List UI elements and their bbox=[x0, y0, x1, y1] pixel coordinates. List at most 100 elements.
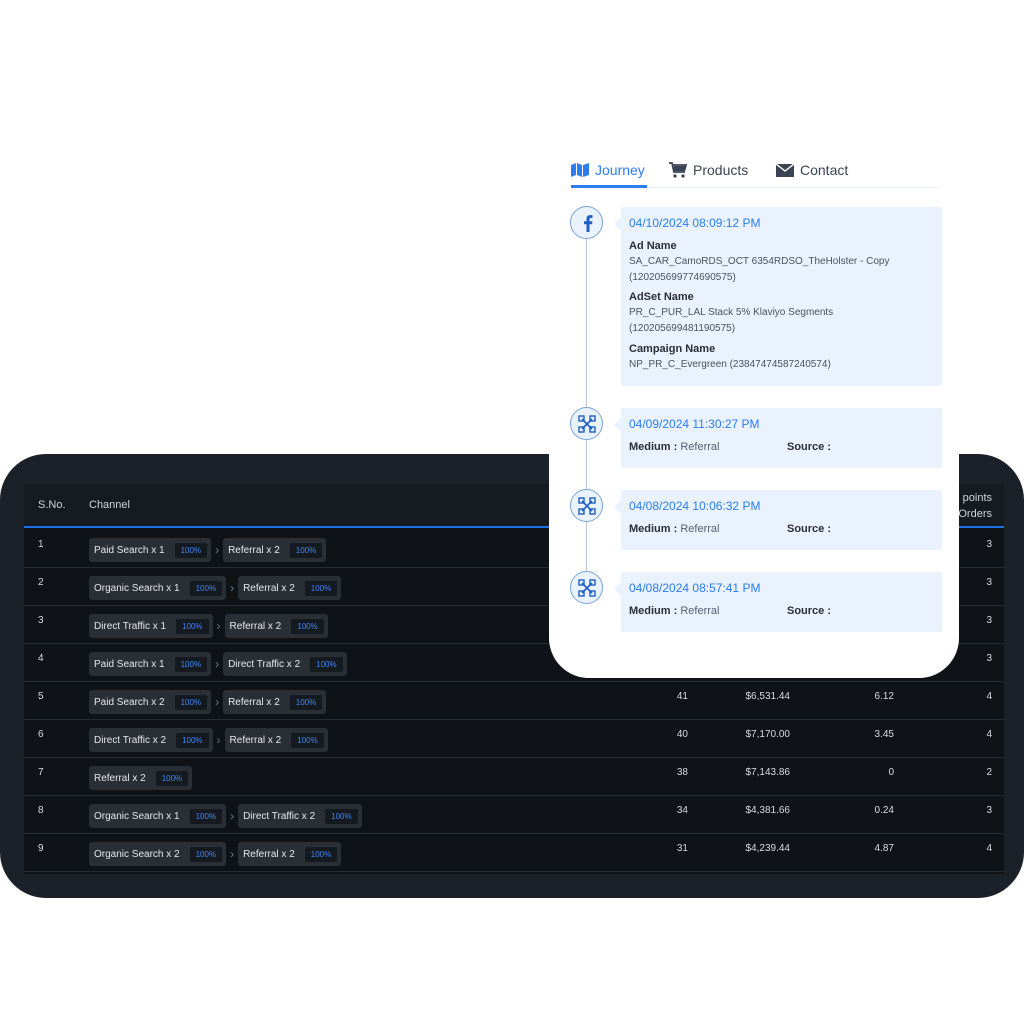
medium-label: Medium : bbox=[629, 605, 678, 617]
event-source: Source : bbox=[787, 441, 831, 453]
channel-path: Paid Search x 1 100% › Direct Traffic x 2 10… bbox=[89, 652, 347, 676]
facebook-icon bbox=[570, 206, 603, 239]
event-medium: Medium : Referral bbox=[629, 441, 719, 453]
chevron-right-icon: › bbox=[216, 733, 221, 747]
tab-journey[interactable]: Journey bbox=[571, 162, 645, 178]
event-date: 04/10/2024 08:09:12 PM bbox=[629, 216, 761, 230]
row-orders: 3 bbox=[986, 615, 992, 626]
table-row[interactable]: 7 Referral x 2 100% 38 $7,143.86 0 2 bbox=[24, 758, 1004, 796]
channel-chip[interactable]: Referral x 2 100% bbox=[224, 614, 328, 638]
channel-chip[interactable]: Organic Search x 1 100% bbox=[89, 576, 227, 600]
row-orders: 3 bbox=[986, 653, 992, 664]
source-label: Source : bbox=[787, 523, 832, 535]
journey-event-facebook[interactable]: 04/10/2024 08:09:12 PM Ad Name SA_CAR_Ca… bbox=[614, 207, 942, 386]
event-date: 04/08/2024 08:57:41 PM bbox=[629, 581, 761, 595]
ad-name-value: SA_CAR_CamoRDS_OCT 6354RDSO_TheHolster -… bbox=[629, 254, 929, 286]
channel-chip-label: Direct Traffic x 2 bbox=[228, 658, 301, 670]
channel-path: Organic Search x 1 100% › Direct Traffic x … bbox=[89, 804, 362, 828]
row-orders: 4 bbox=[986, 691, 992, 702]
row-orders: 3 bbox=[986, 805, 992, 816]
tab-products[interactable]: Products bbox=[669, 162, 748, 178]
chevron-right-icon: › bbox=[215, 657, 220, 671]
envelope-icon bbox=[776, 163, 794, 177]
event-medium: Medium : Referral bbox=[629, 605, 719, 617]
channel-chip[interactable]: Referral x 2 100% bbox=[238, 842, 342, 866]
chevron-right-icon: › bbox=[230, 809, 235, 823]
row-sno: 5 bbox=[38, 691, 44, 702]
channel-chip[interactable]: Organic Search x 2 100% bbox=[89, 842, 227, 866]
chevron-right-icon: › bbox=[230, 581, 235, 595]
channel-path: Organic Search x 1 100% › Referral x 2 100% bbox=[89, 576, 342, 600]
event-source: Source : bbox=[787, 605, 831, 617]
channel-chip[interactable]: Referral x 2 100% bbox=[238, 576, 342, 600]
channel-chip[interactable]: Referral x 2 100% bbox=[223, 690, 327, 714]
medium-label: Medium : bbox=[629, 523, 678, 535]
table-row[interactable]: 8 Organic Search x 1 100% › Direct Traffic x… bbox=[24, 796, 1004, 834]
channel-chip-label: Direct Traffic x 2 bbox=[243, 810, 316, 822]
row-sno: 9 bbox=[38, 843, 44, 854]
adset-name-label: AdSet Name bbox=[629, 291, 694, 303]
row-visits: 41 bbox=[676, 691, 688, 702]
header-touchpoints-orders[interactable]: points Orders bbox=[958, 490, 992, 522]
medium-label: Medium : bbox=[629, 441, 678, 453]
table-row[interactable]: 6 Direct Traffic x 2 100% › Referral x 2 100%… bbox=[24, 720, 1004, 758]
channel-chip-label: Paid Search x 1 bbox=[94, 658, 165, 670]
row-revenue: $7,143.86 bbox=[745, 767, 791, 778]
row-revenue: $6,531.44 bbox=[745, 691, 791, 702]
channel-chip[interactable]: Direct Traffic x 1 100% bbox=[89, 614, 213, 638]
channel-chip-percent: 100% bbox=[189, 580, 223, 596]
channel-chip-percent: 100% bbox=[174, 694, 208, 710]
chevron-right-icon: › bbox=[215, 695, 220, 709]
channel-chip[interactable]: Referral x 2 100% bbox=[223, 538, 327, 562]
channel-chip-label: Referral x 2 bbox=[243, 582, 295, 594]
channel-chip-label: Referral x 2 bbox=[229, 734, 282, 746]
channel-chip-label: Organic Search x 1 bbox=[94, 582, 180, 594]
channel-chip[interactable]: Referral x 2 100% bbox=[224, 728, 328, 752]
row-visits: 31 bbox=[676, 843, 688, 854]
channel-chip[interactable]: Organic Search x 1 100% bbox=[89, 804, 227, 828]
channel-chip-percent: 100% bbox=[174, 542, 208, 558]
channel-chip[interactable]: Direct Traffic x 2 100% bbox=[89, 728, 213, 752]
row-visits: 38 bbox=[676, 767, 688, 778]
channel-chip-label: Referral x 2 bbox=[228, 544, 280, 556]
channel-path: Direct Traffic x 1 100% › Referral x 2 100% bbox=[89, 614, 328, 638]
active-tab-indicator bbox=[571, 185, 647, 188]
channel-chip-percent: 100% bbox=[304, 846, 338, 862]
channel-chip-percent: 100% bbox=[289, 542, 323, 558]
tab-contact[interactable]: Contact bbox=[776, 162, 848, 178]
channel-chip-percent: 100% bbox=[310, 656, 343, 672]
event-date: 04/08/2024 10:06:32 PM bbox=[629, 499, 761, 513]
tab-products-label: Products bbox=[693, 162, 749, 178]
header-channel[interactable]: Channel bbox=[89, 499, 130, 511]
customer-journey-card: Journey Products Contact 04/10/2024 08:0… bbox=[549, 150, 959, 678]
row-roas: 0 bbox=[888, 767, 894, 778]
channel-chip-label: Referral x 2 bbox=[229, 620, 282, 632]
channel-chip-percent: 100% bbox=[325, 808, 358, 824]
row-orders: 4 bbox=[986, 843, 992, 854]
tab-contact-label: Contact bbox=[800, 162, 849, 178]
row-orders: 2 bbox=[986, 767, 992, 778]
row-roas: 0.24 bbox=[874, 805, 894, 816]
chevron-right-icon: › bbox=[216, 619, 221, 633]
header-sno[interactable]: S.No. bbox=[38, 499, 66, 511]
row-revenue: $4,239.44 bbox=[745, 843, 791, 854]
channel-chip-label: Referral x 2 bbox=[94, 772, 146, 784]
channel-chip[interactable]: Paid Search x 1 100% bbox=[89, 538, 212, 562]
journey-event-referral-2[interactable]: 04/08/2024 10:06:32 PM Medium : Referral… bbox=[614, 490, 942, 550]
channel-chip[interactable]: Direct Traffic x 2 100% bbox=[223, 652, 347, 676]
timeline-line bbox=[586, 222, 587, 587]
table-row[interactable]: 9 Organic Search x 2 100% › Referral x 2 100%… bbox=[24, 834, 1004, 872]
row-sno: 6 bbox=[38, 729, 44, 740]
medium-value: Referral bbox=[680, 605, 720, 617]
event-medium: Medium : Referral bbox=[629, 523, 719, 535]
channel-chip[interactable]: Referral x 2 100% bbox=[89, 766, 193, 790]
campaign-name-line: NP_PR_C_Evergreen (23847474587240574) bbox=[629, 359, 831, 370]
journey-event-referral-1[interactable]: 04/09/2024 11:30:27 PM Medium : Referral… bbox=[614, 408, 942, 468]
table-row[interactable]: 5 Paid Search x 2 100% › Referral x 2 100% 41 $… bbox=[24, 682, 1004, 720]
channel-chip-percent: 100% bbox=[291, 732, 324, 748]
journey-event-referral-3[interactable]: 04/08/2024 08:57:41 PM Medium : Referral… bbox=[614, 572, 942, 632]
channel-chip[interactable]: Paid Search x 1 100% bbox=[89, 652, 212, 676]
channel-chip-percent: 100% bbox=[304, 580, 338, 596]
channel-chip[interactable]: Paid Search x 2 100% bbox=[89, 690, 212, 714]
channel-chip[interactable]: Direct Traffic x 2 100% bbox=[238, 804, 362, 828]
